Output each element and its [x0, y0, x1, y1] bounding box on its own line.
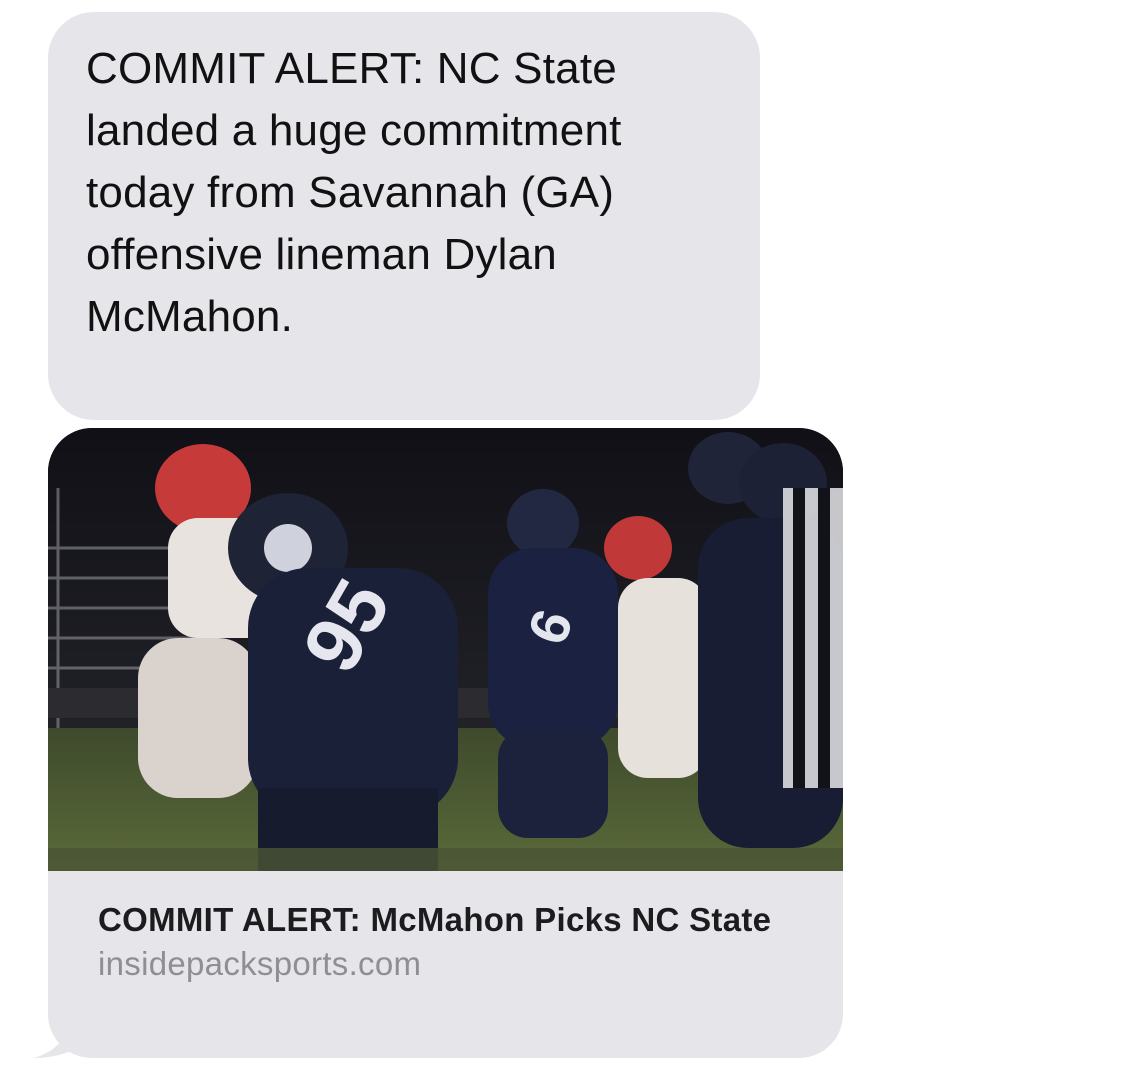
- message-text: COMMIT ALERT: NC State landed a huge com…: [86, 44, 622, 341]
- link-preview-card[interactable]: 95 6 COMMIT ALERT: McMahon Picks NC Stat…: [48, 428, 843, 1058]
- link-preview-domain: insidepacksports.com: [98, 945, 422, 982]
- link-preview-title[interactable]: COMMIT ALERT: McMahon Picks NC State: [98, 898, 798, 941]
- football-photo-icon: 95 6: [48, 428, 843, 871]
- link-preview-image: 95 6: [48, 428, 843, 871]
- link-preview-info[interactable]: COMMIT ALERT: McMahon Picks NC State ins…: [98, 898, 798, 985]
- message-bubble[interactable]: COMMIT ALERT: NC State landed a huge com…: [48, 12, 760, 420]
